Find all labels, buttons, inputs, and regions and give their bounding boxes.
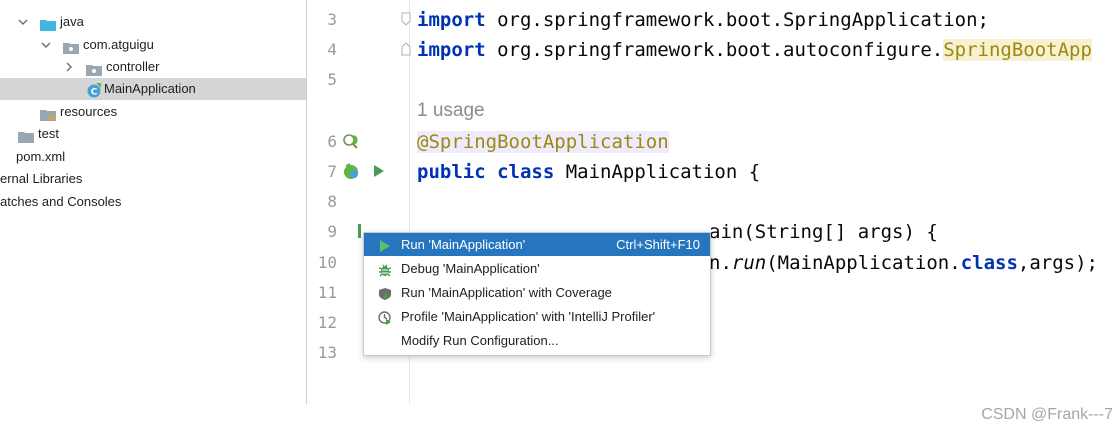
tree-item-com-atguigu[interactable]: com.atguigu xyxy=(0,34,306,56)
code-line-6[interactable]: @SpringBootApplication xyxy=(417,127,669,157)
run-icon xyxy=(378,237,392,252)
tree-item-label: controller xyxy=(106,59,160,74)
profiler-icon xyxy=(378,309,392,325)
tree-item-label: atches and Consoles xyxy=(0,194,122,209)
menu-item-label: Profile 'MainApplication' with 'IntelliJ… xyxy=(401,309,656,324)
code-text: n. xyxy=(709,252,732,274)
menu-item-label: Modify Run Configuration... xyxy=(401,333,559,348)
tree-item-resources[interactable]: resources xyxy=(0,101,306,123)
source-folder-icon xyxy=(40,16,56,31)
keyword: class xyxy=(485,161,555,183)
java-class-icon: C xyxy=(86,82,102,98)
spring-bean-run-icon[interactable] xyxy=(342,162,366,187)
menu-item-shortcut: Ctrl+Shift+F10 xyxy=(616,237,700,252)
menu-item-label: Run 'MainApplication' with Coverage xyxy=(401,285,612,300)
line-number: 10 xyxy=(317,253,337,272)
code-line-10-visible[interactable]: n.run(MainApplication.class,args); xyxy=(709,248,1098,278)
chevron-down-icon[interactable] xyxy=(18,17,28,27)
annotation: @SpringBootApplication xyxy=(417,131,669,153)
tree-item-pom-xml[interactable]: pom.xml xyxy=(0,146,306,168)
tree-item-label: pom.xml xyxy=(16,149,66,164)
resources-folder-icon xyxy=(40,106,56,121)
tree-item-label: java xyxy=(60,14,84,29)
tree-item-test[interactable]: test xyxy=(0,123,306,145)
line-number: 6 xyxy=(327,132,337,151)
menu-item-label: Debug 'MainApplication' xyxy=(401,261,540,276)
line-number: 5 xyxy=(327,70,337,89)
chevron-down-icon[interactable] xyxy=(41,40,51,50)
watermark: CSDN @Frank---7 xyxy=(981,406,1113,423)
fold-end-icon[interactable] xyxy=(401,42,411,61)
package-icon xyxy=(63,39,79,54)
run-context-menu: Run 'MainApplication' Ctrl+Shift+F10 Deb… xyxy=(363,232,711,356)
code-text: ,args); xyxy=(1017,252,1098,274)
line-number: 13 xyxy=(317,343,337,362)
tree-item-label: test xyxy=(38,126,59,141)
menu-item-run-coverage[interactable]: Run 'MainApplication' with Coverage xyxy=(364,281,710,304)
svg-text:C: C xyxy=(91,88,98,98)
tree-item-label: MainApplication xyxy=(104,81,196,96)
code-line-3[interactable]: import org.springframework.boot.SpringAp… xyxy=(417,5,989,35)
code-line-4[interactable]: import org.springframework.boot.autoconf… xyxy=(417,35,1092,65)
spring-bean-icon[interactable] xyxy=(342,133,362,156)
line-number: 11 xyxy=(317,283,337,302)
code-text: MainApplication { xyxy=(554,161,761,183)
line-number: 9 xyxy=(327,222,337,241)
tree-item-external-libraries[interactable]: ernal Libraries xyxy=(0,168,306,190)
tree-item-scratches-consoles[interactable]: atches and Consoles xyxy=(0,191,306,213)
line-number: 7 xyxy=(327,162,337,181)
tree-item-controller[interactable]: controller xyxy=(0,56,306,78)
line-number: 3 xyxy=(327,10,337,29)
method-call: run xyxy=(731,252,767,274)
code-text: ain(String[] args) { xyxy=(709,221,938,243)
code-text: (MainApplication. xyxy=(766,252,961,274)
project-tree: java com.atguigu controller C MainApplic… xyxy=(0,0,306,432)
run-gutter-icon[interactable] xyxy=(373,164,385,183)
tree-item-java[interactable]: java xyxy=(0,11,306,33)
keyword: public xyxy=(417,161,486,183)
code-text: org.springframework.boot.autoconfigure. xyxy=(485,39,944,61)
menu-item-run[interactable]: Run 'MainApplication' Ctrl+Shift+F10 xyxy=(364,233,710,256)
keyword: class xyxy=(960,252,1018,274)
code-line-9-visible[interactable]: ain(String[] args) { xyxy=(709,217,938,247)
chevron-right-icon[interactable] xyxy=(64,62,74,72)
package-icon xyxy=(86,61,102,76)
tree-item-label: resources xyxy=(60,104,118,119)
debug-icon xyxy=(378,261,392,277)
menu-item-debug[interactable]: Debug 'MainApplication' xyxy=(364,257,710,280)
menu-item-label: Run 'MainApplication' xyxy=(401,237,526,252)
folder-icon xyxy=(18,128,34,143)
keyword: import xyxy=(417,9,486,31)
line-number: 4 xyxy=(327,40,337,59)
code-text: org.springframework.boot.SpringApplicati… xyxy=(485,9,989,31)
tree-item-label: ernal Libraries xyxy=(0,171,83,186)
menu-item-profile[interactable]: Profile 'MainApplication' with 'IntelliJ… xyxy=(364,305,710,328)
tree-item-mainapplication[interactable]: C MainApplication xyxy=(0,78,306,100)
line-number: 8 xyxy=(327,192,337,211)
highlighted-class-name: SpringBootApp xyxy=(943,39,1092,61)
line-number: 12 xyxy=(317,313,337,332)
keyword: import xyxy=(417,39,486,61)
coverage-icon xyxy=(378,285,392,300)
tree-item-label: com.atguigu xyxy=(83,37,154,52)
menu-item-modify-run-config[interactable]: Modify Run Configuration... xyxy=(364,329,710,352)
fold-start-icon[interactable] xyxy=(401,12,411,31)
usage-hint[interactable]: 1 usage xyxy=(417,96,485,126)
code-line-7[interactable]: public class MainApplication { xyxy=(417,157,760,187)
